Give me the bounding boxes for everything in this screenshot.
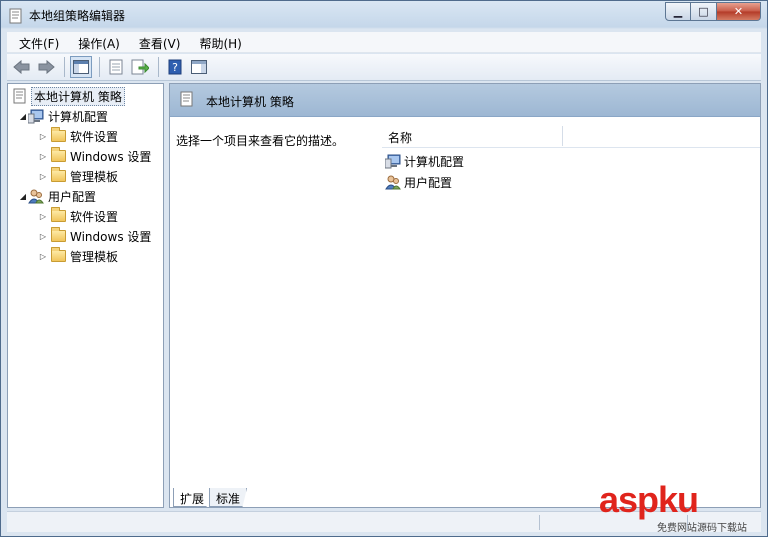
properties-icon xyxy=(109,59,123,75)
tree-label: 软件设置 xyxy=(70,209,119,224)
menu-file[interactable]: 文件(F) xyxy=(7,32,66,52)
menu-view[interactable]: 查看(V) xyxy=(127,32,188,52)
menu-action[interactable]: 操作(A) xyxy=(66,32,127,52)
tree-item-software-settings[interactable]: ▷ 软件设置 xyxy=(38,207,118,225)
column-header-name[interactable]: 名称 xyxy=(388,129,412,146)
toolbar-separator xyxy=(64,57,65,77)
expand-arrow-icon[interactable]: ▷ xyxy=(38,152,48,161)
menu-help[interactable]: 帮助(H) xyxy=(187,32,248,52)
tree-item-admin-templates[interactable]: ▷ 管理模板 xyxy=(38,247,118,265)
toolbar: ? xyxy=(7,54,761,81)
export-list-icon xyxy=(131,59,149,75)
tree-label: 计算机配置 xyxy=(48,109,109,124)
folder-icon xyxy=(51,127,66,142)
computer-icon xyxy=(385,154,401,168)
tree-item-software-settings[interactable]: ▷ 软件设置 xyxy=(38,127,118,145)
show-hide-console-tree-icon xyxy=(73,60,89,74)
folder-icon xyxy=(51,227,66,242)
tree-label: Windows 设置 xyxy=(70,149,152,164)
close-button[interactable]: ✕ xyxy=(717,2,761,21)
collapse-arrow-icon[interactable]: ◢ xyxy=(18,192,28,201)
folder-icon xyxy=(51,167,66,182)
maximize-icon: □ xyxy=(698,5,709,18)
show-hide-action-pane-button[interactable] xyxy=(188,56,210,78)
show-hide-action-pane-icon xyxy=(191,60,207,74)
list-item-computer-config[interactable]: 计算机配置 xyxy=(385,151,464,171)
tree-item-windows-settings[interactable]: ▷ Windows 设置 xyxy=(38,227,151,245)
tree-item-windows-settings[interactable]: ▷ Windows 设置 xyxy=(38,147,151,165)
properties-button[interactable] xyxy=(105,56,127,78)
window-controls: ▁ □ ✕ xyxy=(665,2,761,21)
show-hide-tree-button[interactable] xyxy=(70,56,92,78)
expand-arrow-icon[interactable]: ▷ xyxy=(38,232,48,241)
tree-label: 软件设置 xyxy=(70,129,119,144)
policy-document-icon xyxy=(9,8,22,24)
tree-item-computer-config[interactable]: ◢ 计算机配置 xyxy=(18,107,108,125)
back-button[interactable] xyxy=(11,56,33,78)
column-divider[interactable] xyxy=(562,126,563,146)
user-icon xyxy=(28,189,44,203)
expand-arrow-icon[interactable]: ▷ xyxy=(38,252,48,261)
view-tabs: 扩展 标准 xyxy=(173,488,248,508)
forward-arrow-icon xyxy=(38,60,55,74)
watermark-subtitle: 免费网站源码下载站 xyxy=(657,523,747,534)
expand-arrow-icon[interactable]: ▷ xyxy=(38,212,48,221)
policy-document-icon xyxy=(180,91,193,107)
policy-document-icon xyxy=(13,88,26,104)
expand-arrow-icon[interactable]: ▷ xyxy=(38,132,48,141)
folder-icon xyxy=(51,147,66,162)
details-header-title: 本地计算机 策略 xyxy=(206,95,294,109)
title-bar: 本地组策略编辑器 ▁ □ ✕ xyxy=(1,1,767,29)
window-title: 本地组策略编辑器 xyxy=(29,9,126,23)
items-list: 名称 计算机配置 用户配置 xyxy=(382,124,760,484)
list-header: 名称 xyxy=(382,124,760,148)
user-icon xyxy=(385,175,401,189)
minimize-icon: ▁ xyxy=(673,5,683,18)
back-arrow-icon xyxy=(13,60,30,74)
list-item-user-config[interactable]: 用户配置 xyxy=(385,172,452,192)
tree-label: 管理模板 xyxy=(70,169,119,184)
tree-label: Windows 设置 xyxy=(70,229,152,244)
watermark-logo: aspku 免费网站源码下载站 xyxy=(599,479,767,537)
minimize-button[interactable]: ▁ xyxy=(665,2,691,21)
close-icon: ✕ xyxy=(733,5,744,18)
status-divider xyxy=(539,515,540,530)
expand-arrow-icon[interactable]: ▷ xyxy=(38,172,48,181)
collapse-arrow-icon[interactable]: ◢ xyxy=(18,112,28,121)
toolbar-separator xyxy=(158,57,159,77)
maximize-button[interactable]: □ xyxy=(691,2,717,21)
folder-icon xyxy=(51,207,66,222)
console-tree: 本地计算机 策略 ◢ 计算机配置 ▷ 软件设置 ▷ Windows 设置 ▷ 管… xyxy=(7,83,164,508)
tab-extended[interactable]: 扩展 xyxy=(173,488,212,507)
help-icon: ? xyxy=(168,59,182,75)
folder-icon xyxy=(51,247,66,262)
help-button[interactable]: ? xyxy=(164,56,186,78)
tree-root-label: 本地计算机 策略 xyxy=(31,86,125,106)
tab-standard[interactable]: 标准 xyxy=(209,488,248,507)
details-pane: 本地计算机 策略 选择一个项目来查看它的描述。 名称 计算机配置 用户配置 xyxy=(169,83,761,508)
tree-item-admin-templates[interactable]: ▷ 管理模板 xyxy=(38,167,118,185)
tree-label: 管理模板 xyxy=(70,249,119,264)
forward-button[interactable] xyxy=(35,56,57,78)
details-header: 本地计算机 策略 xyxy=(170,84,760,117)
tree-root-local-policy[interactable]: 本地计算机 策略 xyxy=(13,86,125,106)
gpedit-window: 本地组策略编辑器 ▁ □ ✕ 文件(F) 操作(A) 查看(V) 帮助(H) ?… xyxy=(0,0,768,537)
tree-item-user-config[interactable]: ◢ 用户配置 xyxy=(18,187,96,205)
watermark-brand: aspku xyxy=(599,479,699,520)
list-item-label: 计算机配置 xyxy=(404,154,465,169)
menu-bar: 文件(F) 操作(A) 查看(V) 帮助(H) xyxy=(7,32,761,53)
toolbar-separator xyxy=(99,57,100,77)
description-text: 选择一个项目来查看它的描述。 xyxy=(176,134,345,148)
list-item-label: 用户配置 xyxy=(404,175,453,190)
tree-label: 用户配置 xyxy=(48,189,97,204)
svg-text:?: ? xyxy=(172,61,178,74)
computer-icon xyxy=(28,109,44,123)
export-list-button[interactable] xyxy=(129,56,151,78)
